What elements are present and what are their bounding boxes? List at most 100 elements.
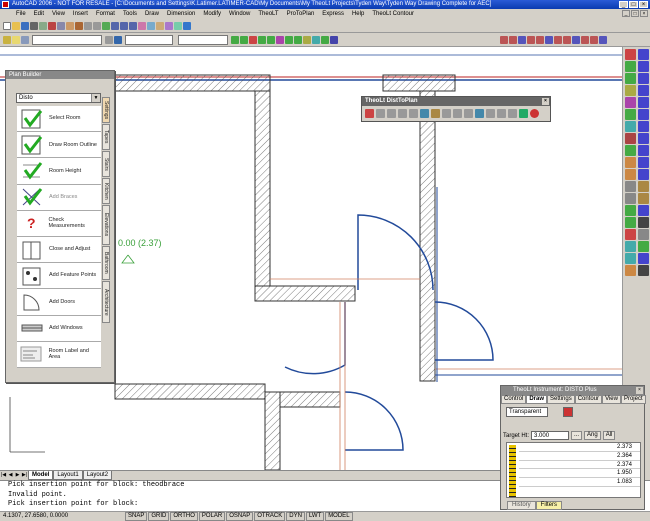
dtp-icon-12[interactable] (486, 109, 495, 118)
select-room-button[interactable]: Select Room (17, 106, 101, 133)
menu-protoplan[interactable]: ProToPlan (283, 9, 319, 19)
hatch-icon[interactable] (638, 217, 649, 228)
otrack-toggle[interactable]: OTRACK (254, 511, 286, 521)
ang-button[interactable]: Ang (584, 431, 601, 440)
sun-icon[interactable] (21, 35, 29, 44)
snap-toggle[interactable]: SNAP (125, 511, 148, 521)
mtext-icon[interactable] (638, 265, 649, 276)
dtp-icon-15[interactable] (519, 109, 528, 118)
osnap-toggle[interactable]: OSNAP (226, 511, 254, 521)
mode-dropdown[interactable]: Transparent (506, 407, 548, 417)
ellipse-arc-icon[interactable] (638, 169, 649, 180)
dtp-icon-14[interactable] (508, 109, 517, 118)
dim-icon-12[interactable] (599, 35, 607, 44)
dim-icon-6[interactable] (545, 35, 553, 44)
revcloud-icon[interactable] (638, 133, 649, 144)
layer-manager-icon[interactable] (3, 35, 11, 44)
stretch-icon[interactable] (625, 145, 636, 156)
maximize-icon[interactable]: □ (629, 1, 638, 8)
xline-icon[interactable] (638, 61, 649, 72)
preview-icon[interactable] (39, 21, 47, 30)
menu-draw[interactable]: Draw (141, 9, 163, 19)
menu-insert[interactable]: Insert (69, 9, 92, 19)
close-and-adjust-button[interactable]: Close and Adjust (17, 236, 101, 264)
minimize-icon[interactable]: _ (619, 1, 628, 8)
break-icon[interactable] (625, 181, 636, 192)
all-button[interactable]: All (602, 431, 616, 440)
table-icon[interactable] (638, 253, 649, 264)
ellipse-icon[interactable] (638, 157, 649, 168)
snap-icon-11[interactable] (321, 35, 329, 44)
help-icon[interactable] (183, 21, 191, 30)
tab-project[interactable]: Project (620, 395, 646, 404)
ellipsis-button[interactable]: ... (571, 431, 583, 440)
table-row[interactable]: 1.950 (519, 469, 640, 479)
snap-icon-1[interactable] (231, 35, 239, 44)
polar-toggle[interactable]: POLAR (198, 511, 226, 521)
color-icon[interactable] (114, 35, 122, 44)
scale-icon[interactable] (625, 133, 636, 144)
properties-icon[interactable] (138, 21, 146, 30)
join-icon[interactable] (625, 193, 636, 204)
check-measurements-button[interactable]: ? Check Measurements (17, 210, 101, 237)
grid-toggle[interactable]: GRID (148, 511, 170, 521)
circle-icon[interactable] (638, 121, 649, 132)
table-row[interactable]: 2.364 (519, 452, 640, 461)
dim-icon-1[interactable] (500, 35, 508, 44)
point-icon[interactable] (638, 205, 649, 216)
save-icon[interactable] (21, 21, 29, 30)
doc-restore-icon[interactable]: □ (631, 10, 639, 17)
menu-window[interactable]: Window (225, 9, 254, 19)
prev-tab-icon[interactable]: ◀ (7, 472, 14, 478)
table-row[interactable]: 1.083 (519, 478, 640, 487)
tab-layout2[interactable]: Layout2 (82, 470, 113, 480)
tab-stairs[interactable]: Stairs (102, 151, 110, 177)
dim-icon-8[interactable] (563, 35, 571, 44)
dim-icon-10[interactable] (581, 35, 589, 44)
line-icon[interactable] (638, 49, 649, 60)
draw-room-outline-button[interactable]: Draw Room Outline (17, 132, 101, 159)
room-label-and-area-button[interactable]: Room Label and Area (17, 341, 101, 368)
tab-settings[interactable]: Settings (102, 97, 110, 123)
tab-filters[interactable]: Filters (535, 501, 563, 510)
tab-architecture[interactable]: Architecture (102, 281, 110, 323)
tab-contour[interactable]: Contour (574, 395, 603, 404)
dtp-icon-13[interactable] (497, 109, 506, 118)
tab-kitchen[interactable]: Kitchen (102, 178, 110, 204)
dtp-icon-1[interactable] (365, 109, 374, 118)
table-row[interactable]: 2.373 (519, 443, 640, 452)
model-toggle[interactable]: MODEL (325, 511, 353, 521)
save-icon[interactable] (563, 407, 573, 417)
color-dropdown[interactable] (125, 34, 173, 45)
dtp-icon-9[interactable] (453, 109, 462, 118)
snap-icon-7[interactable] (285, 35, 293, 44)
region-icon[interactable] (638, 241, 649, 252)
snap-icon-12[interactable] (330, 35, 338, 44)
close-icon[interactable]: × (542, 98, 549, 105)
match-properties-icon[interactable] (75, 21, 83, 30)
extend-icon[interactable] (625, 169, 636, 180)
add-feature-points-button[interactable]: Add Feature Points (17, 263, 101, 290)
last-tab-icon[interactable]: ▶| (21, 472, 28, 478)
dim-icon-4[interactable] (527, 35, 535, 44)
snap-icon-6[interactable] (276, 35, 284, 44)
add-doors-button[interactable]: Add Doors (17, 289, 101, 316)
arc-icon[interactable] (638, 109, 649, 120)
modify-icon-17[interactable] (625, 241, 636, 252)
tab-draw[interactable]: Draw (526, 395, 548, 404)
sheet-set-icon[interactable] (165, 21, 173, 30)
add-windows-button[interactable]: Add Windows (17, 315, 101, 342)
modify-icon-18[interactable] (625, 253, 636, 264)
menu-modify[interactable]: Modify (199, 9, 225, 19)
dtp-icon-7[interactable] (431, 109, 440, 118)
dtp-icon-3[interactable] (387, 109, 396, 118)
dtp-icon-2[interactable] (376, 109, 385, 118)
layer-previous-icon[interactable] (105, 35, 113, 44)
tab-elevations[interactable]: Elevations (102, 205, 110, 245)
close-icon[interactable]: × (639, 1, 648, 8)
tab-model[interactable]: Model (28, 470, 54, 480)
tab-tapes[interactable]: Tapes (102, 124, 110, 150)
menu-theolt-contour[interactable]: TheoLt Contour (368, 9, 418, 19)
target-height-input[interactable]: 3.000 (531, 431, 570, 440)
make-block-icon[interactable] (638, 193, 649, 204)
